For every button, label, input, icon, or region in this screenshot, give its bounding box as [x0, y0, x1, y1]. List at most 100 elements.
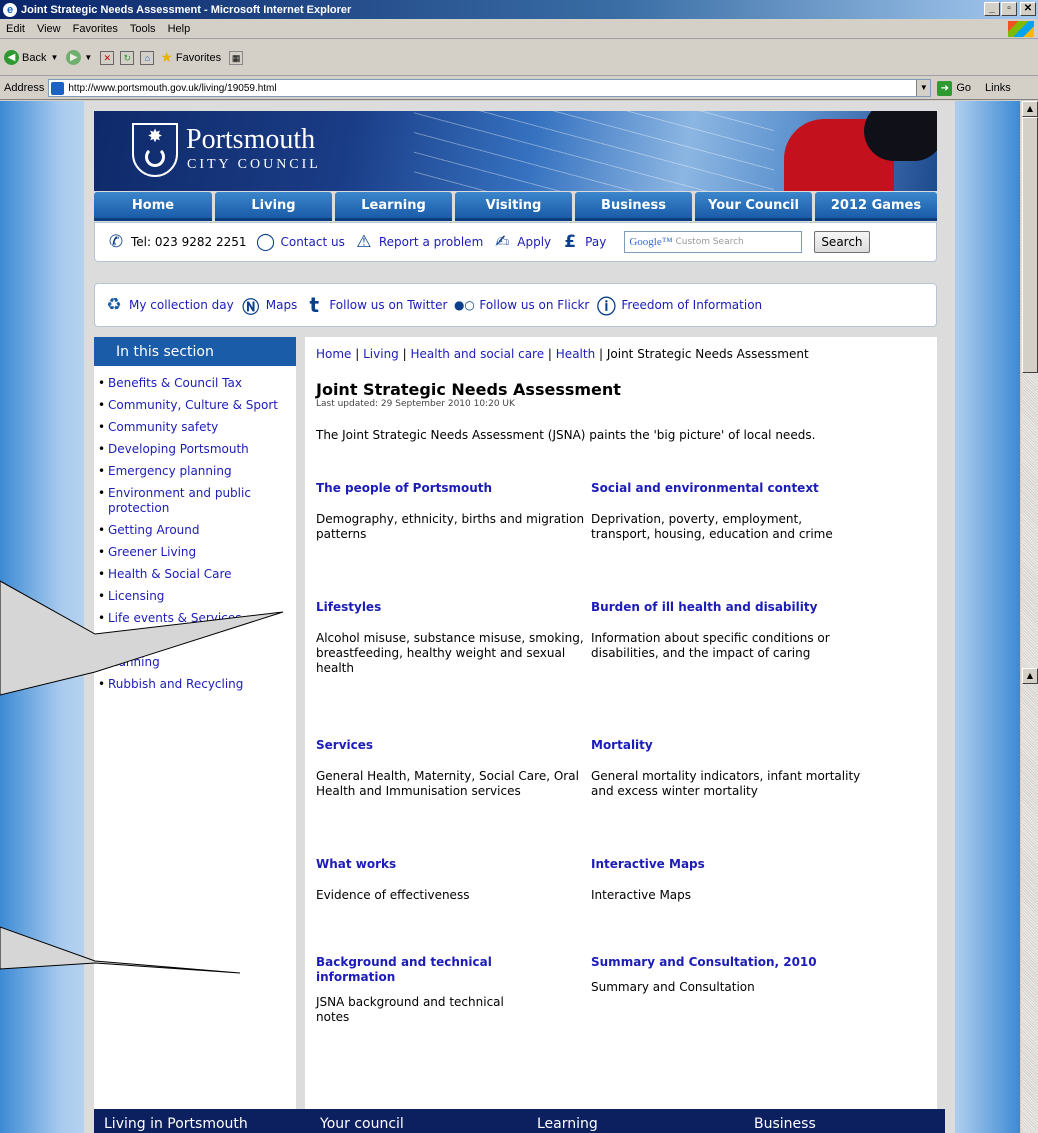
links-button[interactable]: Links	[985, 82, 1011, 94]
flickr-link[interactable]: ●○ Follow us on Flickr	[453, 294, 589, 316]
menu-edit[interactable]: Edit	[6, 23, 25, 35]
search-button[interactable]: Search	[814, 231, 870, 253]
section-interactive-maps: Interactive Maps Interactive Maps	[591, 857, 861, 903]
nav-living[interactable]: Living	[215, 192, 332, 221]
scrollbar-thumb[interactable]	[1022, 117, 1038, 373]
section-burden: Burden of ill health and disability Info…	[591, 600, 861, 661]
report-problem-link[interactable]: ⚠ Report a problem	[353, 231, 483, 253]
nav-your-council[interactable]: Your Council	[695, 192, 812, 221]
search-input[interactable]: Google™ Custom Search	[624, 231, 803, 253]
section-heading-link[interactable]: Summary and Consultation, 2010	[591, 955, 861, 970]
twitter-link[interactable]: t Follow us on Twitter	[303, 293, 448, 317]
crest-star-icon: ✸	[147, 126, 163, 147]
site-banner[interactable]: ✸ Portsmouth CITY COUNCIL	[94, 111, 937, 191]
section-description: Interactive Maps	[591, 888, 692, 902]
section-heading-link[interactable]: Social and environmental context	[591, 481, 861, 496]
utility-bar: ✆ Tel: 023 9282 2251 ◯ Contact us ⚠ Repo…	[94, 222, 937, 262]
section-heading-link[interactable]: Services	[316, 738, 586, 753]
nav-learning[interactable]: Learning	[335, 192, 452, 221]
footer-business[interactable]: Business	[754, 1116, 816, 1132]
sidebar-item-rubbish[interactable]: Rubbish and Recycling	[98, 677, 296, 692]
sidebar-item-parking[interactable]: Parking	[98, 633, 296, 648]
contact-us-link[interactable]: ◯ Contact us	[254, 231, 345, 253]
info-icon: ⓘ	[596, 295, 616, 318]
pay-link[interactable]: £ Pay	[559, 231, 606, 253]
breadcrumb-current: Joint Strategic Needs Assessment	[606, 347, 809, 361]
sidebar-list: Benefits & Council Tax Community, Cultur…	[94, 366, 296, 692]
crest-crescent-icon	[145, 147, 165, 167]
nav-home[interactable]: Home	[94, 192, 212, 221]
address-label: Address	[4, 82, 45, 94]
media-icon[interactable]: ▦	[229, 50, 244, 65]
section-heading-link[interactable]: Burden of ill health and disability	[591, 600, 861, 615]
footer-council[interactable]: Your council	[320, 1116, 404, 1132]
section-heading-link[interactable]: Lifestyles	[316, 600, 586, 615]
sidebar-item-greener[interactable]: Greener Living	[98, 545, 296, 560]
scroll-marker-icon[interactable]: ▲	[1022, 668, 1038, 684]
section-heading-link[interactable]: What works	[316, 857, 586, 872]
refresh-icon[interactable]: ↻	[120, 50, 135, 65]
home-icon[interactable]: ⌂	[140, 50, 155, 65]
sidebar-item-emergency[interactable]: Emergency planning	[98, 464, 296, 479]
intro-text: The Joint Strategic Needs Assessment (JS…	[316, 428, 816, 442]
minimize-button[interactable]: _	[984, 2, 1000, 16]
speech-bubble-icon: ◯	[255, 232, 275, 252]
footer-living[interactable]: Living in Portsmouth	[104, 1116, 248, 1132]
close-button[interactable]: ✕	[1020, 2, 1036, 16]
foi-link[interactable]: ⓘ Freedom of Information	[595, 294, 763, 318]
breadcrumb-living[interactable]: Living	[363, 347, 399, 361]
breadcrumb: Home | Living | Health and social care |…	[316, 347, 927, 361]
nav-business[interactable]: Business	[575, 192, 692, 221]
forward-button[interactable]: ▶ ▼	[66, 50, 92, 65]
sidebar-item-planning[interactable]: Planning	[98, 655, 296, 670]
nav-2012-games[interactable]: 2012 Games	[815, 192, 937, 221]
sidebar-item-community-safety[interactable]: Community safety	[98, 420, 296, 435]
maximize-button[interactable]: ▫	[1001, 2, 1017, 16]
menu-tools[interactable]: Tools	[130, 23, 156, 35]
breadcrumb-health-social[interactable]: Health and social care	[410, 347, 544, 361]
sidebar-item-health[interactable]: Health & Social Care	[98, 567, 296, 582]
section-summary: Summary and Consultation, 2010 Summary a…	[591, 955, 861, 995]
page-container: ✸ Portsmouth CITY COUNCIL Home Living Le…	[84, 101, 955, 1133]
section-mortality: Mortality General mortality indicators, …	[591, 738, 861, 799]
section-heading-link[interactable]: Background and technical information	[316, 955, 536, 985]
breadcrumb-health[interactable]: Health	[556, 347, 595, 361]
flickr-icon: ●○	[453, 298, 475, 312]
breadcrumb-home[interactable]: Home	[316, 347, 351, 361]
apply-label: Apply	[517, 235, 552, 249]
sidebar-heading: In this section	[94, 337, 296, 366]
stop-icon[interactable]: ✕	[100, 50, 115, 65]
section-heading-link[interactable]: Interactive Maps	[591, 857, 861, 872]
sidebar-item-developing[interactable]: Developing Portsmouth	[98, 442, 296, 457]
address-dropdown-icon[interactable]: ▼	[916, 80, 931, 96]
collection-day-link[interactable]: ♻ My collection day	[103, 294, 233, 316]
menu-view[interactable]: View	[37, 23, 61, 35]
foi-label: Freedom of Information	[621, 298, 763, 312]
vertical-scrollbar[interactable]: ▲ ▲	[1020, 101, 1038, 1133]
back-button[interactable]: ◀ Back ▼	[4, 50, 58, 65]
sidebar-item-licensing[interactable]: Licensing	[98, 589, 296, 604]
apply-link[interactable]: ✍ Apply	[491, 231, 551, 253]
section-heading-link[interactable]: Mortality	[591, 738, 861, 753]
sidebar-item-community-culture[interactable]: Community, Culture & Sport	[98, 398, 296, 413]
back-arrow-icon: ◀	[4, 50, 19, 65]
menu-favorites[interactable]: Favorites	[73, 23, 118, 35]
section-heading-link[interactable]: The people of Portsmouth	[316, 481, 586, 496]
nav-visiting[interactable]: Visiting	[455, 192, 572, 221]
sidebar-item-benefits[interactable]: Benefits & Council Tax	[98, 376, 296, 391]
footer-learning[interactable]: Learning	[537, 1116, 598, 1132]
site-footer: Living in Portsmouth Your council Learni…	[94, 1109, 945, 1133]
forward-arrow-icon: ▶	[66, 50, 82, 65]
address-input[interactable]: http://www.portsmouth.gov.uk/living/1905…	[48, 79, 932, 97]
go-button[interactable]: ➜ Go	[937, 80, 971, 96]
scroll-up-icon[interactable]: ▲	[1022, 101, 1038, 117]
sidebar-item-environment[interactable]: Environment and public protection	[98, 486, 296, 516]
menu-help[interactable]: Help	[168, 23, 191, 35]
section-lifestyles: Lifestyles Alcohol misuse, substance mis…	[316, 600, 586, 676]
back-dropdown-icon: ▼	[50, 53, 59, 62]
pay-label: Pay	[585, 235, 607, 249]
maps-link[interactable]: Ⓝ Maps	[240, 294, 297, 318]
favorites-button[interactable]: ★ Favorites	[160, 49, 221, 66]
sidebar-item-life-events[interactable]: Life events & Services	[98, 611, 296, 626]
sidebar-item-getting-around[interactable]: Getting Around	[98, 523, 296, 538]
